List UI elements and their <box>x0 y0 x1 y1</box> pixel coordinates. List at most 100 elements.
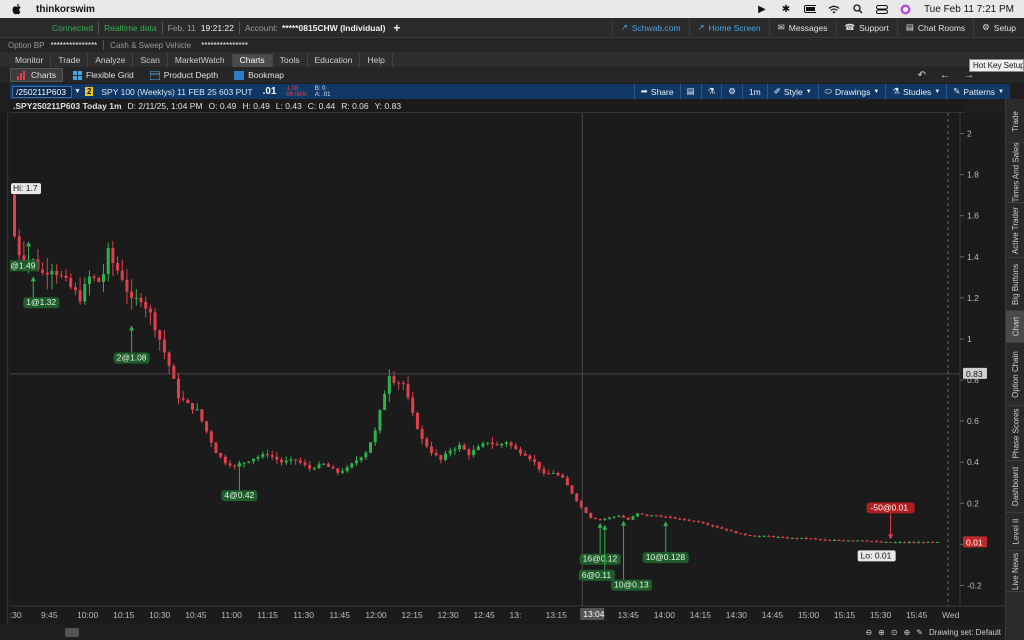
candle-body <box>448 450 452 454</box>
candle-body <box>739 533 743 535</box>
pan-icon[interactable]: ⊕ <box>878 628 885 637</box>
spotlight-search-icon[interactable] <box>852 3 864 15</box>
candle-body <box>200 409 204 422</box>
sidebar-tab-big-buttons[interactable]: Big Buttons <box>1006 258 1024 311</box>
style-button[interactable]: ✐ Style ▼ <box>766 84 818 99</box>
candle-body <box>73 287 77 291</box>
add-account-button[interactable]: + <box>393 21 400 35</box>
home-screen-button[interactable]: ↗ Home Screen <box>688 17 769 38</box>
interval-button[interactable]: 1m <box>741 84 767 99</box>
high-value: H: 0.49 <box>242 100 270 111</box>
candle-body <box>917 542 921 544</box>
candle-body <box>45 272 49 275</box>
tab-flexible-grid[interactable]: Flexible Grid <box>67 69 140 81</box>
share-button[interactable]: ➦ Share <box>633 84 680 99</box>
sidebar-tab-times-and-sales[interactable]: Times And Sales <box>1006 143 1024 203</box>
siri-icon[interactable] <box>900 3 912 15</box>
candle-body <box>673 517 677 519</box>
sidebar-tab-dashboard[interactable]: Dashboard <box>1006 461 1024 513</box>
app-name[interactable]: thinkorswim <box>36 4 95 15</box>
wifi-icon[interactable] <box>828 3 840 15</box>
symbol-input[interactable]: /250211P603 <box>12 85 72 98</box>
price-chart[interactable]: 21.81.61.41.210.80.60.40.20-0.29:309:451… <box>10 113 1005 625</box>
tab-monitor[interactable]: Monitor <box>8 54 52 67</box>
control-center-icon[interactable] <box>875 3 888 15</box>
sidebar-tab-option-chain[interactable]: Option Chain <box>1006 343 1024 406</box>
tab-analyze[interactable]: Analyze <box>88 54 134 67</box>
zoom-in-icon[interactable]: ⊕ <box>904 628 911 637</box>
tab-bookmap[interactable]: Bookmap <box>228 69 290 81</box>
play-icon[interactable]: ▶ <box>756 3 768 15</box>
candle-body <box>406 384 410 398</box>
buy-fill-label: 10@0.13 <box>614 580 649 590</box>
studies-button[interactable]: ⚗ Studies ▼ <box>885 84 946 99</box>
horizontal-scrollbar-thumb[interactable] <box>65 628 79 637</box>
link-group-badge[interactable]: 2 <box>84 87 94 96</box>
candle-body <box>935 541 939 543</box>
candle-body <box>697 521 701 523</box>
range-value: R: 0.06 <box>341 100 369 111</box>
x-tick-label: 10:45 <box>185 610 207 620</box>
price-chart-svg[interactable]: 21.81.61.41.210.80.60.40.20-0.29:309:451… <box>10 113 1005 625</box>
chart-settings-button[interactable]: ▤ <box>679 84 701 99</box>
schwab-link-button[interactable]: ↗ Schwab.com <box>611 17 689 38</box>
flask-button[interactable]: ⚗ <box>700 84 722 99</box>
sidebar-tab-active-trader[interactable]: Active Trader <box>1006 203 1024 258</box>
tab-charts[interactable]: Charts <box>10 68 64 82</box>
candle-body <box>134 297 138 299</box>
tab-marketwatch[interactable]: MarketWatch <box>168 54 233 67</box>
headset-icon: ☎ <box>844 22 856 32</box>
chat-bubble-icon: ▤ <box>905 22 914 32</box>
drawings-button[interactable]: ⬭ Drawings ▼ <box>817 84 886 99</box>
menubar-clock[interactable]: Tue Feb 11 7:21 PM <box>924 4 1014 15</box>
envelope-icon: ✉ <box>777 22 785 32</box>
tab-trade[interactable]: Trade <box>51 54 89 67</box>
undo-icon[interactable]: ↶ <box>918 70 926 81</box>
sidebar-tab-live-news[interactable]: Live News <box>1006 551 1024 592</box>
gear-button[interactable]: ⚙ <box>721 84 742 99</box>
candle-body <box>50 270 54 275</box>
sidebar-tab-chart[interactable]: Chart <box>1006 311 1024 343</box>
account-selector[interactable]: *****0815CHW (Individual) <box>282 23 385 33</box>
setup-button[interactable]: ⚙ Setup <box>973 17 1024 38</box>
external-link-icon: ↗ <box>620 22 628 32</box>
chat-rooms-button[interactable]: ▤ Chat Rooms <box>896 17 973 38</box>
x-tick-label: 14:00 <box>654 610 676 620</box>
candle-body <box>682 518 686 520</box>
drawing-set-label[interactable]: Drawing set: Default <box>929 628 1001 637</box>
lo-label: Lo: 0.01 <box>861 550 892 560</box>
y-tick-label: 1.6 <box>967 211 979 221</box>
messages-button[interactable]: ✉ Messages <box>768 17 836 38</box>
tab-help[interactable]: Help <box>360 54 393 67</box>
battery-icon[interactable] <box>803 3 816 15</box>
pencil-icon[interactable]: ✎ <box>916 628 923 637</box>
left-collapse-edge[interactable] <box>0 113 8 625</box>
patterns-button[interactable]: ✎ Patterns ▼ <box>946 84 1010 99</box>
candle-body <box>444 453 448 460</box>
bluetooth-icon[interactable]: ✱ <box>780 3 792 15</box>
back-arrow-icon[interactable]: ← <box>940 70 950 81</box>
tab-charts[interactable]: Charts <box>232 54 273 67</box>
sidebar-tab-level-ii[interactable]: Level II <box>1006 513 1024 551</box>
x-tick-label: 12:00 <box>365 610 387 620</box>
dropdown-icon[interactable]: ▼ <box>74 88 81 95</box>
tab-tools[interactable]: Tools <box>273 54 308 67</box>
candle-body <box>415 412 419 429</box>
candle-body <box>167 352 171 366</box>
sidebar-tab-phase-scores[interactable]: Phase Scores <box>1006 406 1024 461</box>
zoom-out-icon[interactable]: ⊖ <box>865 628 872 637</box>
apple-icon[interactable] <box>12 3 22 15</box>
crosshair-icon[interactable]: ⊙ <box>891 628 898 637</box>
candle-body <box>921 542 925 544</box>
sidebar-tab-trade[interactable]: Trade <box>1006 101 1024 143</box>
tab-education[interactable]: Education <box>308 54 361 67</box>
candle-body <box>734 531 738 534</box>
candle-body <box>275 456 279 460</box>
support-button[interactable]: ☎ Support <box>835 17 897 38</box>
x-tick-label: 10:15 <box>113 610 135 620</box>
tab-product-depth[interactable]: Product Depth <box>144 69 224 81</box>
candle-body <box>654 515 658 517</box>
tab-scan[interactable]: Scan <box>133 54 168 67</box>
candle-body <box>120 270 124 280</box>
candle-body <box>284 460 288 463</box>
